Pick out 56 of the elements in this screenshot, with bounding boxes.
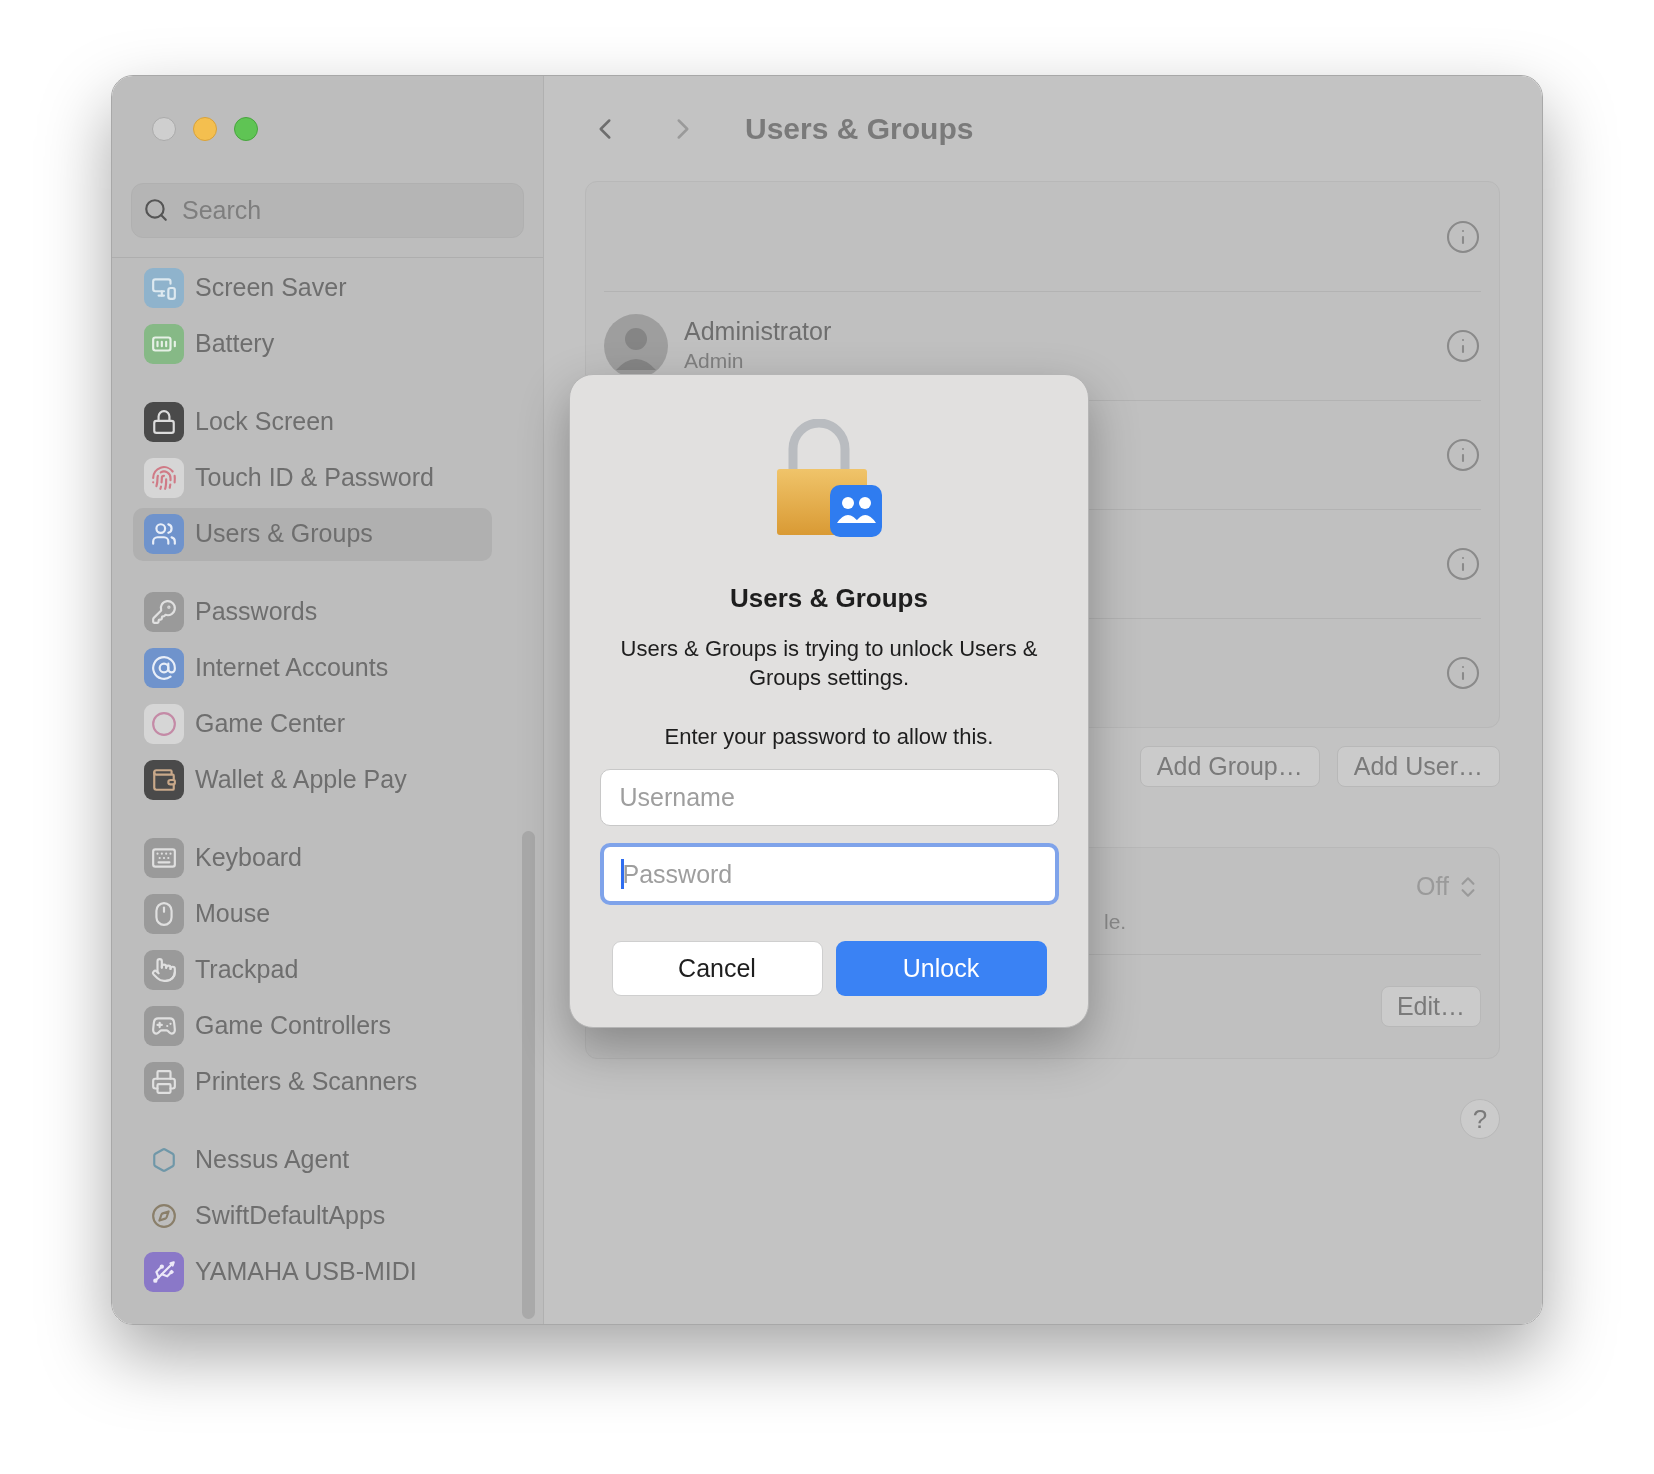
username-field[interactable]: Username — [599, 769, 1059, 826]
scrollbar[interactable] — [522, 831, 535, 1319]
dialog-prompt: Enter your password to allow this. — [664, 723, 994, 751]
user-role: Admin — [684, 348, 745, 374]
sidebar-item[interactable]: Screen Saver — [133, 261, 492, 315]
info-icon[interactable] — [1445, 218, 1481, 255]
add-group-button[interactable]: Add Group… — [1139, 746, 1320, 787]
minimize-button[interactable] — [193, 117, 217, 141]
key-icon — [144, 592, 184, 632]
screen-icon — [144, 268, 184, 308]
info-icon[interactable] — [1445, 546, 1481, 582]
sidebar-item[interactable]: Keyboard — [133, 831, 492, 885]
help-button[interactable]: ? — [1460, 1099, 1500, 1139]
dialog-message: Users & Groups is trying to unlock Users & Groups settings. — [619, 635, 1039, 692]
user-name: Administrator — [684, 316, 832, 346]
gamepad-icon — [144, 1006, 184, 1046]
fingerprint-icon — [144, 458, 184, 498]
dialog-title: Users & Groups — [730, 582, 928, 615]
at-sign-icon — [144, 648, 184, 688]
sidebar-item[interactable]: Passwords — [133, 585, 492, 639]
cancel-button[interactable]: Cancel — [611, 941, 823, 996]
sidebar-item[interactable]: Internet Accounts — [133, 641, 492, 695]
printer-icon — [144, 1062, 184, 1102]
battery-icon — [144, 324, 184, 364]
sidebar-item[interactable]: YAMAHA USB-MIDI — [133, 1245, 492, 1299]
page-title: Users & Groups — [745, 111, 974, 147]
info-icon[interactable] — [1445, 437, 1481, 473]
close-button[interactable] — [152, 117, 176, 141]
lock-icon — [144, 402, 184, 442]
search-icon — [143, 197, 169, 223]
sidebar-item[interactable]: Nessus Agent — [133, 1133, 492, 1187]
unlock-button[interactable]: Unlock — [835, 941, 1047, 996]
sidebar-item[interactable]: Wallet & Apple Pay — [133, 753, 492, 807]
sidebar-item[interactable]: SwiftDefaultApps — [133, 1189, 492, 1243]
sidebar-item[interactable]: Printers & Scanners — [133, 1055, 492, 1109]
sidebar-item[interactable]: Game Center — [133, 697, 492, 751]
sidebar-item[interactable]: Game Controllers — [133, 999, 492, 1053]
sidebar-item[interactable]: Battery — [133, 317, 492, 371]
sidebar-item[interactable]: Trackpad — [133, 943, 492, 997]
keyboard-icon — [144, 838, 184, 878]
sidebar-item[interactable]: Mouse — [133, 887, 492, 941]
info-icon[interactable] — [1445, 655, 1481, 691]
text-cursor — [620, 859, 624, 889]
password-field[interactable]: Password — [599, 843, 1059, 905]
sidebar-item[interactable]: Users & Groups — [133, 507, 492, 561]
users-icon — [144, 514, 184, 554]
usb-icon — [144, 1252, 184, 1292]
zoom-button[interactable] — [234, 117, 258, 141]
sidebar-item[interactable]: Touch ID & Password — [133, 451, 492, 505]
wallet-icon — [144, 760, 184, 800]
mouse-icon — [144, 894, 184, 934]
hand-pointer-icon — [144, 950, 184, 990]
edit-button[interactable]: Edit… — [1380, 986, 1481, 1027]
info-icon[interactable] — [1445, 328, 1481, 364]
add-user-button[interactable]: Add User… — [1336, 746, 1500, 787]
sidebar-item[interactable]: Lock Screen — [133, 395, 492, 449]
